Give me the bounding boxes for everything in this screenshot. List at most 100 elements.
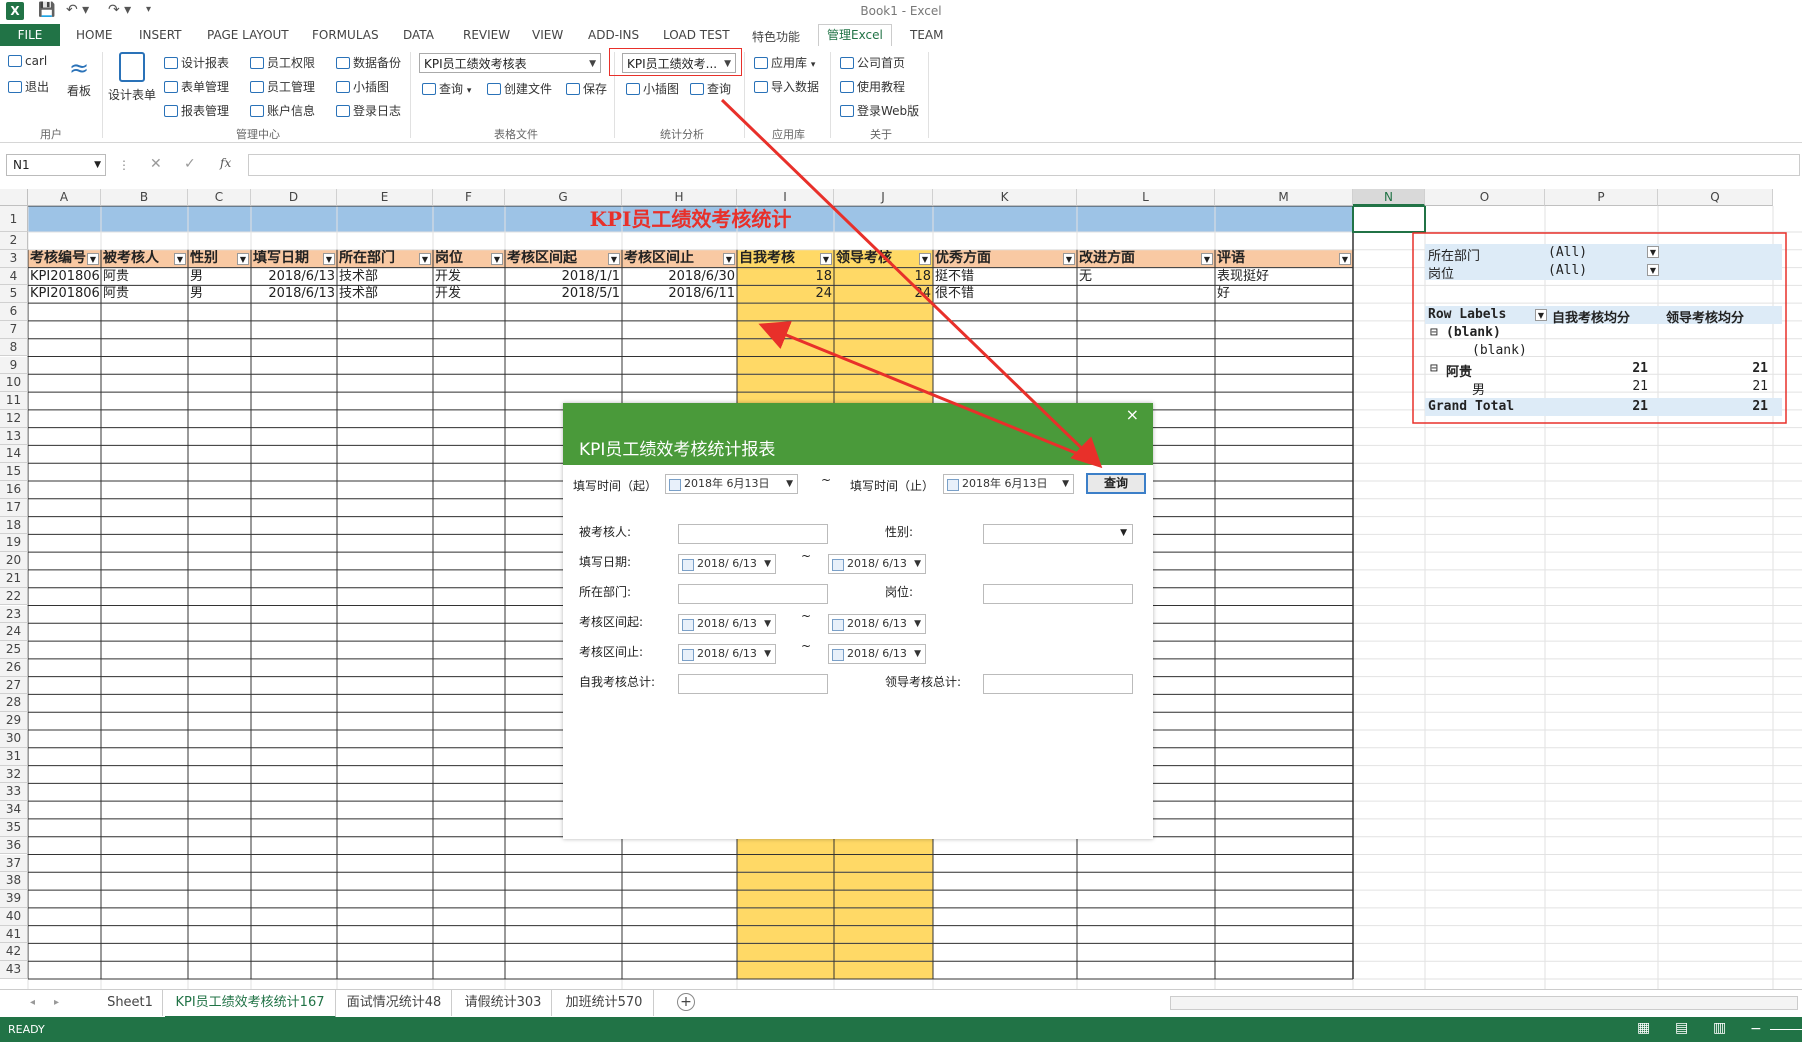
row-header[interactable]: 6: [0, 303, 28, 321]
data-cell[interactable]: 挺不错: [933, 268, 1077, 286]
tab-formulas[interactable]: FORMULAS: [312, 28, 379, 42]
column-header[interactable]: G: [505, 189, 622, 206]
data-cell[interactable]: 2018/6/13: [251, 285, 337, 303]
tab-home[interactable]: HOME: [76, 28, 112, 42]
row-header[interactable]: 16: [0, 481, 28, 499]
row-header[interactable]: 32: [0, 765, 28, 784]
column-header[interactable]: P: [1545, 189, 1658, 206]
import-data-button[interactable]: 导入数据: [754, 78, 819, 95]
row-header[interactable]: 23: [0, 605, 28, 624]
leader-total-input[interactable]: [983, 674, 1133, 694]
normal-view-icon[interactable]: ▦: [1637, 1020, 1650, 1036]
collapse-icon[interactable]: ⊟: [1430, 361, 1438, 376]
column-header[interactable]: J: [834, 189, 933, 206]
fill-start-datepicker[interactable]: 2018年 6月13日 ▼: [665, 474, 798, 494]
row-header[interactable]: 28: [0, 694, 28, 713]
row-header[interactable]: 22: [0, 587, 28, 606]
tab-insert[interactable]: INSERT: [139, 28, 182, 42]
sheet-tab[interactable]: Sheet1: [98, 990, 163, 1016]
row-header[interactable]: 20: [0, 552, 28, 570]
data-cell[interactable]: [1077, 285, 1215, 303]
filter-dropdown-icon[interactable]: ▼: [174, 252, 186, 265]
login-log-button[interactable]: 登录日志: [336, 102, 401, 119]
row-header[interactable]: 14: [0, 445, 28, 464]
tab-view[interactable]: VIEW: [532, 28, 563, 42]
assessee-input[interactable]: [678, 524, 828, 544]
filter-dropdown-icon[interactable]: ▼: [820, 252, 832, 265]
active-cell-n1[interactable]: [1352, 205, 1426, 233]
data-cell[interactable]: 2018/6/30: [622, 268, 737, 286]
row-header[interactable]: 43: [0, 961, 28, 979]
data-cell[interactable]: 技术部: [337, 285, 433, 303]
tab-page-layout[interactable]: PAGE LAYOUT: [207, 28, 289, 42]
table-file-combo[interactable]: KPI员工绩效考核表 ▼: [419, 53, 601, 73]
post-input[interactable]: [983, 584, 1133, 604]
data-cell[interactable]: 18: [737, 268, 834, 286]
column-header[interactable]: K: [933, 189, 1077, 206]
account-info-button[interactable]: 账户信息: [250, 102, 315, 119]
row-header[interactable]: 10: [0, 374, 28, 393]
data-cell[interactable]: 表现挺好: [1215, 268, 1353, 286]
save-button[interactable]: 保存: [566, 80, 607, 97]
mini-chart-button[interactable]: 小插图: [336, 78, 389, 95]
filter-dropdown-icon[interactable]: ▼: [491, 252, 503, 265]
logout-button[interactable]: 退出: [8, 78, 49, 95]
row-header[interactable]: 41: [0, 925, 28, 944]
data-cell[interactable]: 好: [1215, 285, 1353, 303]
tab-manage-excel[interactable]: 管理Excel: [818, 24, 892, 46]
column-header[interactable]: F: [433, 189, 505, 206]
filter-dropdown-icon[interactable]: ▼: [1535, 309, 1547, 321]
formula-input[interactable]: [248, 154, 1800, 176]
filter-dropdown-icon[interactable]: ▼: [237, 252, 249, 265]
filter-dropdown-icon[interactable]: ▼: [608, 252, 620, 265]
row-header[interactable]: 40: [0, 907, 28, 926]
row-header[interactable]: 5: [0, 285, 28, 304]
row-header[interactable]: 26: [0, 658, 28, 677]
page-break-view-icon[interactable]: ▥: [1713, 1020, 1726, 1036]
row-header[interactable]: 30: [0, 730, 28, 748]
row-header[interactable]: 35: [0, 818, 28, 837]
sheet-title[interactable]: KPI员工绩效考核统计: [28, 206, 1353, 232]
filter-dropdown-icon[interactable]: ▼: [1201, 252, 1213, 265]
row-header[interactable]: 38: [0, 872, 28, 891]
data-cell[interactable]: 2018/6/13: [251, 268, 337, 286]
user-button[interactable]: carl: [8, 54, 47, 68]
header-cell[interactable]: 改进方面: [1077, 250, 1215, 268]
board-button[interactable]: ≈ 看板: [64, 54, 94, 99]
row-header[interactable]: 31: [0, 747, 28, 766]
column-header[interactable]: N: [1353, 189, 1425, 206]
row-header[interactable]: 21: [0, 569, 28, 588]
data-cell[interactable]: 2018/6/11: [622, 285, 737, 303]
staff-manage-button[interactable]: 员工管理: [250, 78, 315, 95]
row-header[interactable]: 42: [0, 943, 28, 962]
tab-data[interactable]: DATA: [403, 28, 434, 42]
query-button[interactable]: 查询 ▾: [422, 80, 471, 97]
login-web-button[interactable]: 登录Web版: [840, 102, 919, 119]
sheet-tab[interactable]: 请假统计303: [455, 990, 552, 1016]
gender-select[interactable]: ▼: [983, 524, 1133, 544]
range-start-to-picker[interactable]: 2018/ 6/13 ▼: [828, 614, 926, 634]
column-header[interactable]: H: [622, 189, 737, 206]
filter-dropdown-icon[interactable]: ▼: [419, 252, 431, 265]
dept-input[interactable]: [678, 584, 828, 604]
self-total-input[interactable]: [678, 674, 828, 694]
header-cell[interactable]: 评语: [1215, 250, 1353, 268]
close-icon[interactable]: ×: [1126, 405, 1139, 424]
filter-dropdown-icon[interactable]: ▼: [1063, 252, 1075, 265]
data-cell[interactable]: 无: [1077, 268, 1215, 286]
data-cell[interactable]: 阿贵: [101, 268, 188, 286]
row-header[interactable]: 3: [0, 249, 28, 268]
sheet-tab[interactable]: 面试情况统计48: [337, 990, 452, 1016]
row-header[interactable]: 17: [0, 498, 28, 517]
horizontal-scrollbar[interactable]: [1170, 996, 1798, 1010]
data-cell[interactable]: 24: [834, 285, 933, 303]
next-sheet-icon[interactable]: ▸: [54, 990, 59, 1016]
row-header[interactable]: 11: [0, 392, 28, 410]
tutorial-button[interactable]: 使用教程: [840, 78, 905, 95]
filter-dropdown-icon[interactable]: ▼: [723, 252, 735, 265]
row-header[interactable]: 19: [0, 534, 28, 553]
data-cell[interactable]: KPI20180613: [28, 268, 101, 286]
column-header[interactable]: C: [188, 189, 251, 206]
pivot-filter-value[interactable]: (All): [1548, 245, 1587, 260]
data-backup-button[interactable]: 数据备份: [336, 54, 401, 71]
